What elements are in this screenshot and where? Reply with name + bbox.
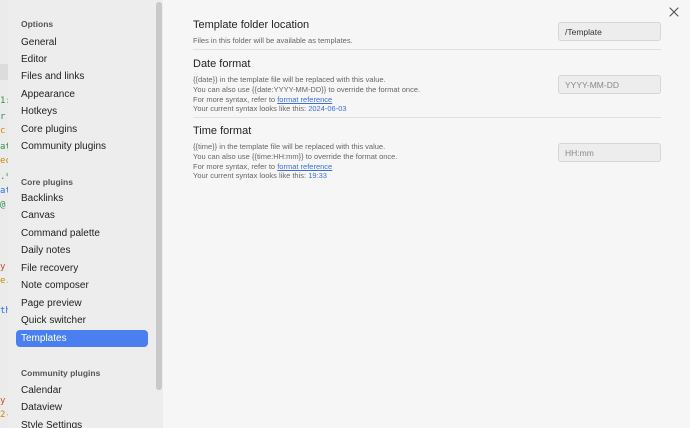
editor-glyph: 1:: [0, 96, 8, 106]
editor-glyph: y: [0, 262, 6, 272]
editor-glyph: 2-: [0, 410, 8, 420]
close-button[interactable]: [667, 5, 681, 19]
editor-glyph: ec: [0, 156, 8, 166]
sidebar-item-dataview[interactable]: Dataview: [16, 399, 148, 416]
sidebar-item-templates[interactable]: Templates: [16, 330, 148, 347]
editor-glyph: c: [0, 126, 6, 136]
sidebar-item-hotkeys[interactable]: Hotkeys: [16, 103, 148, 120]
setting-name: Date format: [193, 58, 251, 70]
sidebar-item-file-recovery[interactable]: File recovery: [16, 260, 148, 277]
current-time-value: 19:33: [308, 171, 327, 181]
section-title-core-plugins: Core plugins: [21, 177, 73, 187]
editor-glyph: th: [0, 306, 8, 316]
editor-glyph: at: [0, 186, 8, 196]
syntax-prefix: For more syntax, refer to: [193, 94, 278, 104]
section-title-options: Options: [21, 19, 54, 29]
background-editor-strip: 1: r c at ec .* at @ y e. th y 2-: [0, 0, 8, 428]
description-line: For more syntax, refer to format referen…: [193, 162, 661, 172]
close-icon: [669, 7, 679, 17]
editor-glyph: e.: [0, 276, 8, 286]
sidebar-item-files-and-links[interactable]: Files and links: [16, 68, 148, 85]
description-line: For more syntax, refer to format referen…: [193, 95, 661, 105]
format-reference-link[interactable]: format reference: [277, 162, 332, 171]
current-date-value: 2024-06-03: [308, 104, 347, 114]
divider: [193, 49, 661, 50]
editor-glyph: r: [0, 112, 6, 122]
syntax-prefix: For more syntax, refer to: [193, 161, 278, 171]
sidebar-item-style-settings[interactable]: Style Settings: [16, 417, 148, 428]
sidebar-item-community-plugins[interactable]: Community plugins: [16, 138, 148, 155]
settings-sidebar: Options General Editor Files and links A…: [8, 0, 163, 428]
description-line: Your current syntax looks like this: 19:…: [193, 171, 661, 181]
sidebar-item-page-preview[interactable]: Page preview: [16, 295, 148, 312]
description-line: Your current syntax looks like this: 202…: [193, 104, 661, 114]
editor-glyph: y: [0, 396, 6, 406]
sidebar-item-calendar[interactable]: Calendar: [16, 382, 148, 399]
sidebar-item-general[interactable]: General: [16, 34, 148, 51]
editor-glyph: .*: [0, 172, 8, 182]
sidebar-item-backlinks[interactable]: Backlinks: [16, 190, 148, 207]
divider: [193, 117, 661, 118]
template-folder-input[interactable]: [558, 22, 661, 41]
sidebar-item-command-palette[interactable]: Command palette: [16, 225, 148, 242]
format-reference-link[interactable]: format reference: [277, 95, 332, 104]
section-title-community-plugins: Community plugins: [21, 368, 101, 378]
date-format-input[interactable]: [558, 75, 661, 94]
sidebar-item-note-composer[interactable]: Note composer: [16, 277, 148, 294]
setting-name: Time format: [193, 125, 252, 137]
time-format-input[interactable]: [558, 143, 661, 162]
sidebar-item-appearance[interactable]: Appearance: [16, 86, 148, 103]
sidebar-item-core-plugins[interactable]: Core plugins: [16, 121, 148, 138]
settings-content: Template folder location Files in this f…: [163, 0, 690, 428]
sidebar-scrollbar[interactable]: [156, 2, 162, 390]
current-prefix: Your current syntax looks like this:: [193, 171, 309, 181]
editor-highlight-band: [0, 64, 8, 80]
editor-glyph: @: [0, 200, 6, 210]
sidebar-item-canvas[interactable]: Canvas: [16, 207, 148, 224]
sidebar-item-quick-switcher[interactable]: Quick switcher: [16, 312, 148, 329]
sidebar-item-daily-notes[interactable]: Daily notes: [16, 242, 148, 259]
sidebar-item-editor[interactable]: Editor: [16, 51, 148, 68]
current-prefix: Your current syntax looks like this:: [193, 104, 309, 114]
editor-glyph: at: [0, 142, 8, 152]
